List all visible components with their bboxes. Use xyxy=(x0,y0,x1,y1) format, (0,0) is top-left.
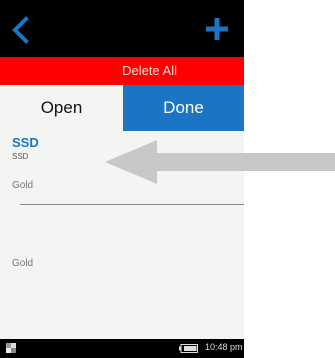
delete-all-button[interactable]: Delete All xyxy=(0,57,244,85)
status-time: 10:48 pm xyxy=(205,342,243,352)
delete-all-label: Delete All xyxy=(122,63,177,78)
system-status-bar: 10:48 pm xyxy=(0,339,244,358)
list-item-subtitle: SSD xyxy=(12,152,29,161)
list-item-gold-label-2: Gold xyxy=(12,258,34,269)
add-plus-icon[interactable] xyxy=(206,18,228,40)
notification-icon xyxy=(6,343,16,353)
list-divider xyxy=(20,204,244,205)
top-toolbar xyxy=(0,0,244,57)
tab-open[interactable]: Open xyxy=(0,85,123,131)
battery-icon xyxy=(179,344,198,353)
back-chevron-icon[interactable] xyxy=(8,16,32,44)
tab-done[interactable]: Done xyxy=(123,85,244,131)
list-item-title[interactable]: SSD xyxy=(12,135,39,150)
list-item-gold-label: Gold xyxy=(12,180,34,191)
status-tabs: Open Done xyxy=(0,85,244,131)
arrow-left-icon xyxy=(105,140,335,184)
